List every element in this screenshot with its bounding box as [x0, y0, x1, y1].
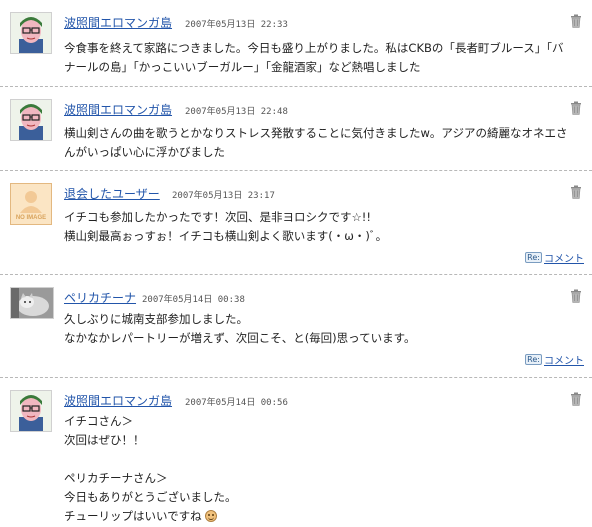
comment-item: NO IMAGE 退会したユーザー 2007年05月13日 23:17 イチコも… [0, 171, 592, 275]
smile-emoji-icon [205, 510, 218, 522]
comment-author-link[interactable]: 波照間エロマンガ島 [64, 101, 172, 118]
comment-author-link[interactable]: 波照間エロマンガ島 [64, 14, 172, 31]
comment-line [64, 450, 578, 469]
trash-icon[interactable] [570, 391, 582, 406]
comment-date: 2007年05月13日 22:33 [185, 20, 288, 30]
comment-line: ペリカチーナさん＞ [64, 471, 168, 485]
comment-line: 横山剣最高ぉっすぉ！イチコも横山剣よく歌います(・ω・)ﾞ。 [64, 229, 388, 243]
reply-icon: Re: [525, 252, 542, 263]
comment-author-link[interactable]: 退会したユーザー [64, 185, 160, 202]
trash-icon[interactable] [570, 184, 582, 199]
comment-item: 波照間エロマンガ島 2007年05月13日 22:48 横山剣さんの曲を歌うとか… [0, 87, 592, 171]
comment-line-last: チューリップはいいですね [64, 507, 578, 526]
trash-icon[interactable] [570, 13, 582, 28]
trash-icon[interactable] [570, 100, 582, 115]
comment-date: 2007年05月13日 23:17 [172, 191, 275, 201]
reply-comment-label: コメント [544, 254, 584, 265]
comment-line: ナールの島」「かっこいいブーガルー」「金龍酒家」など熱唱しました [64, 60, 421, 74]
character-avatar-icon[interactable] [10, 99, 52, 141]
comment-line: イチコさん＞ [64, 414, 133, 428]
comment-author-link[interactable]: ペリカチーナ [64, 289, 136, 306]
reply-icon: Re: [525, 354, 542, 365]
comment-item: 波照間エロマンガ島 2007年05月13日 22:33 今食事を終えて家路につき… [0, 0, 592, 87]
comment-body: 今食事を終えて家路につきました。今日も盛り上がりました。私はCKBの「長者町ブル… [64, 39, 578, 77]
comment-item: ペリカチーナ 2007年05月14日 00:38 久しぶりに城南支部参加しました… [0, 275, 592, 378]
comment-line: 横山剣さんの曲を歌うとかなりストレス発散することに気付きましたw。アジアの綺麗な… [64, 126, 568, 140]
comment-date: 2007年05月13日 22:48 [185, 107, 288, 117]
character-avatar-icon[interactable] [10, 390, 52, 432]
comment-line: イチコも参加したかったです！次回、是非ヨロシクです☆!! [64, 210, 372, 224]
character-avatar-icon[interactable] [10, 12, 52, 54]
comment-list: 波照間エロマンガ島 2007年05月13日 22:33 今食事を終えて家路につき… [0, 0, 592, 527]
trash-icon[interactable] [570, 288, 582, 303]
comment-line: なかなかレパートリーが増えず、次回こそ、と(毎回)思っています。 [64, 331, 416, 345]
comment-line: 今食事を終えて家路につきました。今日も盛り上がりました。私はCKBの「長者町ブル… [64, 41, 564, 55]
comment-date: 2007年05月14日 00:56 [185, 398, 288, 408]
comment-body: 久しぶりに城南支部参加しました。 なかなかレパートリーが増えず、次回こそ、と(毎… [64, 310, 578, 348]
comment-author-link[interactable]: 波照間エロマンガ島 [64, 392, 172, 409]
comment-item: 波照間エロマンガ島 2007年05月14日 00:56 イチコさん＞ 次回はぜひ… [0, 378, 592, 527]
comment-date: 2007年05月14日 00:38 [142, 295, 245, 305]
comment-body: イチコも参加したかったです！次回、是非ヨロシクです☆!! 横山剣最高ぉっすぉ！イ… [64, 208, 578, 246]
cat-photo-avatar-icon[interactable] [10, 287, 54, 319]
comment-body: 横山剣さんの曲を歌うとかなりストレス発散することに気付きましたw。アジアの綺麗な… [64, 124, 578, 162]
reply-comment-button[interactable]: Re: コメント [525, 352, 584, 367]
no-image-label: NO IMAGE [15, 215, 47, 221]
comment-line: んがいっぱい心に浮かびました [64, 145, 225, 159]
reply-comment-label: コメント [544, 356, 584, 367]
comment-line: チューリップはいいですね [64, 509, 202, 523]
reply-comment-button[interactable]: Re: コメント [525, 250, 584, 265]
no-image-avatar-icon[interactable]: NO IMAGE [10, 183, 52, 225]
comment-line: 次回はぜひ！！ [64, 433, 145, 447]
comment-line: 久しぶりに城南支部参加しました。 [64, 312, 248, 326]
comment-line: 今日もありがとうございました。 [64, 490, 237, 504]
comment-body: イチコさん＞ 次回はぜひ！！ ペリカチーナさん＞ 今日もありがとうございました。… [64, 412, 578, 526]
